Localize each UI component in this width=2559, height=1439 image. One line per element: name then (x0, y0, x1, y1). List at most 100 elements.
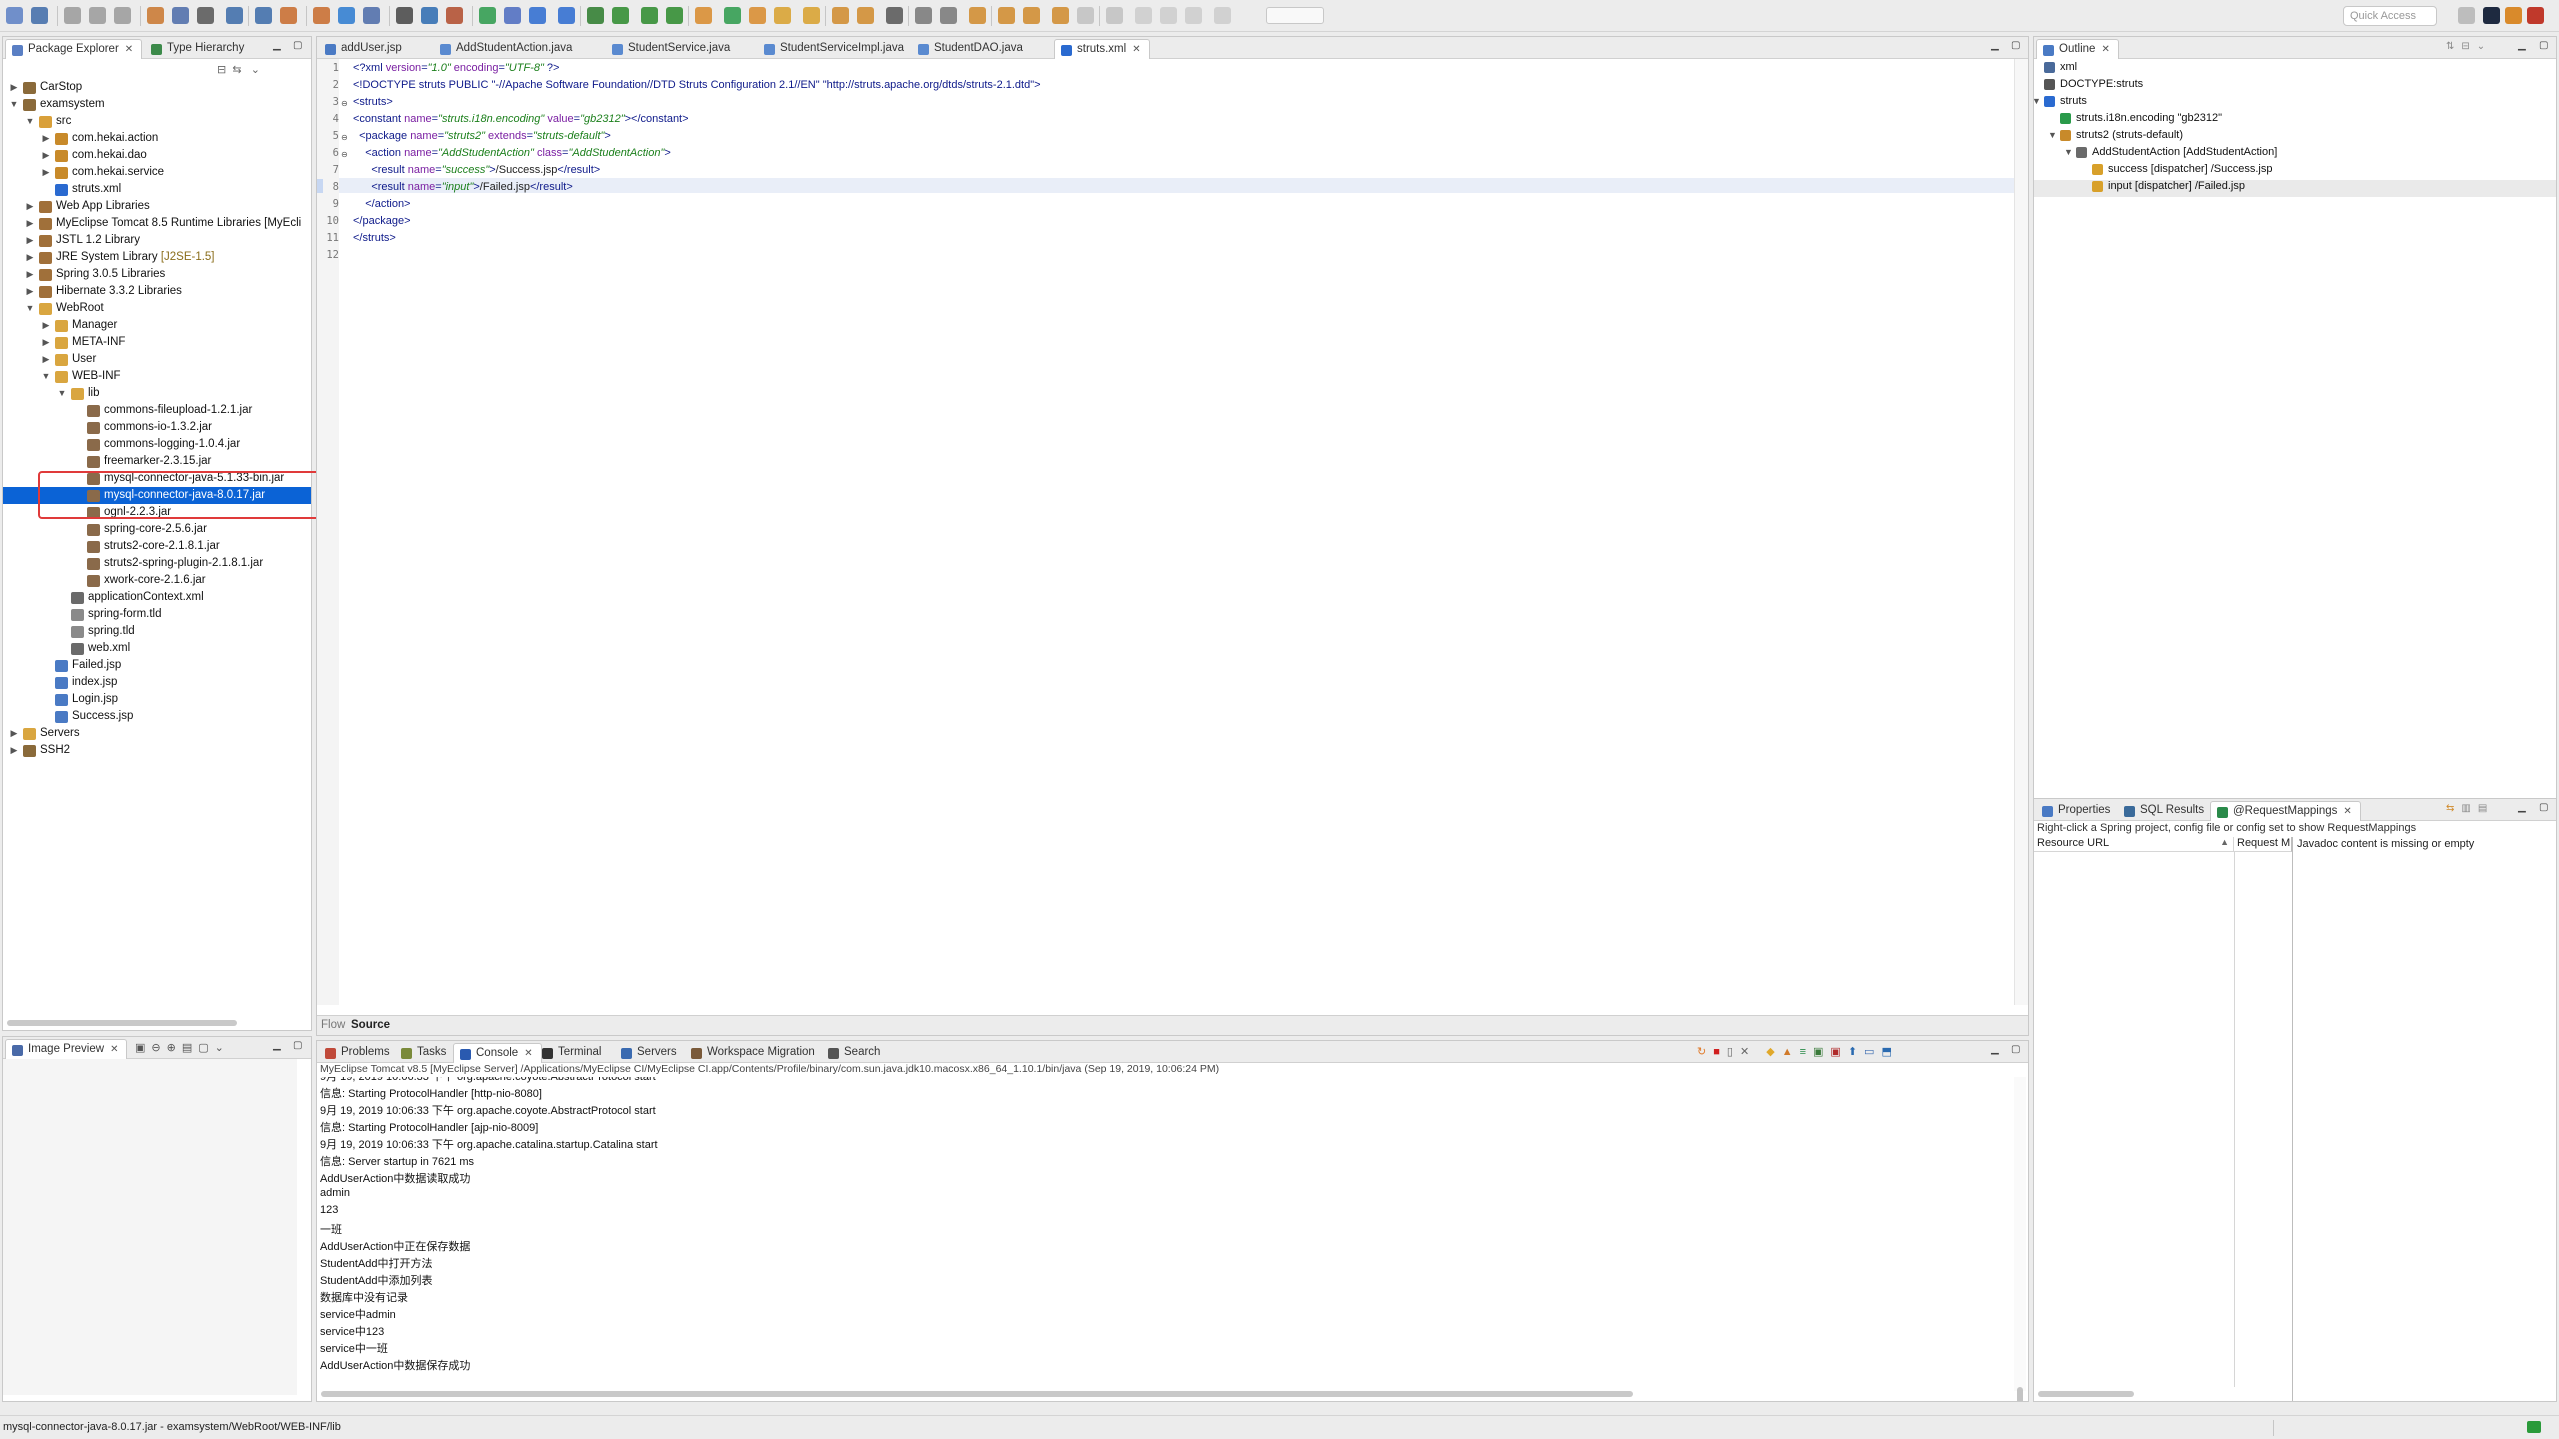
browser-icon[interactable] (558, 7, 575, 24)
mappings-horizontal-scrollbar[interactable] (2038, 1391, 2134, 1397)
toggle-block-icon[interactable] (1160, 7, 1177, 24)
tree-item[interactable]: ▶ Spring 3.0.5 Libraries (3, 266, 311, 283)
tree-item[interactable]: ▼ examsystem (3, 96, 311, 113)
next-annotation-icon[interactable] (969, 7, 986, 24)
pin-editor-icon[interactable] (1077, 7, 1094, 24)
column-resource-url[interactable]: Resource URL ▲ (2034, 837, 2234, 852)
collapse-arrow-icon[interactable]: ▼ (2034, 93, 2041, 110)
tree-item[interactable]: Failed.jsp (3, 657, 311, 674)
new-package-icon[interactable] (724, 7, 741, 24)
tree-item[interactable]: Login.jsp (3, 691, 311, 708)
new-annotation-icon[interactable] (803, 7, 820, 24)
maven-icon[interactable] (479, 7, 496, 24)
close-icon[interactable]: ✕ (1132, 44, 1140, 55)
java-perspective-icon[interactable] (2505, 7, 2522, 24)
tree-item[interactable]: ▶ User (3, 351, 311, 368)
redo-icon[interactable] (313, 7, 330, 24)
tree-item[interactable]: ▶ Hibernate 3.3.2 Libraries (3, 283, 311, 300)
show-on-stdout-icon[interactable]: ▣ (1813, 1046, 1830, 1058)
tab-type-hierarchy[interactable]: Type Hierarchy (145, 39, 252, 59)
editor-tab[interactable]: addUser.jsp (319, 39, 410, 59)
undo-icon[interactable] (280, 7, 297, 24)
tree-item[interactable]: web.xml (3, 640, 311, 657)
debug-icon[interactable] (587, 7, 604, 24)
collapse-all-icon[interactable]: ⊟ (217, 64, 226, 76)
tree-item[interactable]: spring.tld (3, 623, 311, 640)
minimize-icon[interactable]: ▁ (1991, 1045, 2001, 1055)
java-ee-icon[interactable] (421, 7, 438, 24)
tab-image-preview[interactable]: Image Preview ✕ (5, 1039, 128, 1059)
tree-item[interactable]: Success.jsp (3, 708, 311, 725)
show-on-stderr-icon[interactable]: ▣ (1830, 1046, 1847, 1058)
back-icon[interactable] (1023, 7, 1040, 24)
console-output[interactable]: 9月 19, 2019 10:06:33 下午 org.apache.coyot… (317, 1077, 2008, 1377)
console-tab[interactable]: Console ✕ (453, 1043, 542, 1063)
tree-item[interactable]: commons-io-1.3.2.jar (3, 419, 311, 436)
expand-arrow-icon[interactable]: ▶ (41, 351, 51, 368)
new-class-icon[interactable] (695, 7, 712, 24)
toggle-comment-icon[interactable] (1214, 7, 1231, 24)
collapse-arrow-icon[interactable]: ▼ (25, 300, 35, 317)
sync-icon[interactable]: ⇆ (2446, 803, 2461, 814)
tree-item[interactable]: ▼ lib (3, 385, 311, 402)
save-all-icon[interactable] (89, 7, 106, 24)
fold-toggle-icon[interactable]: ⊖ (341, 133, 348, 142)
view-menu-icon[interactable]: ⌄ (215, 1042, 230, 1054)
search-icon[interactable] (832, 7, 849, 24)
layout-alt-icon[interactable]: ▤ (2478, 803, 2494, 814)
expand-arrow-icon[interactable]: ▶ (25, 249, 35, 266)
tab-package-explorer[interactable]: Package Explorer ✕ (5, 39, 143, 59)
new-interface-icon[interactable] (749, 7, 766, 24)
expand-arrow-icon[interactable]: ▶ (25, 198, 35, 215)
collapse-arrow-icon[interactable]: ▼ (25, 113, 35, 130)
maximize-icon[interactable]: ▢ (2539, 803, 2549, 813)
terminate-icon[interactable]: ■ (1713, 1046, 1727, 1058)
scroll-lock-icon[interactable]: ▲ (1782, 1046, 1800, 1058)
deploy-icon[interactable] (338, 7, 355, 24)
database-perspective-icon[interactable] (2527, 7, 2544, 24)
profile-icon[interactable] (666, 7, 683, 24)
close-icon[interactable]: ✕ (110, 1044, 118, 1055)
tree-item[interactable]: ▶ CarStop (3, 79, 311, 96)
new-icon[interactable] (6, 7, 23, 24)
close-icon[interactable]: ✕ (2343, 806, 2351, 817)
expand-arrow-icon[interactable]: ▶ (41, 130, 51, 147)
tree-item[interactable]: index.jsp (3, 674, 311, 691)
layout-icon[interactable]: ▥ (2461, 803, 2477, 814)
expand-arrow-icon[interactable]: ▶ (9, 79, 19, 96)
publish-icon[interactable] (363, 7, 380, 24)
team-icon[interactable] (226, 7, 243, 24)
outline-toggle-icon[interactable] (886, 7, 903, 24)
expand-arrow-icon[interactable]: ▶ (25, 232, 35, 249)
pin-console-icon[interactable]: ⬆ (1848, 1046, 1864, 1058)
expand-arrow-icon[interactable]: ▶ (25, 215, 35, 232)
code-line[interactable]: </package> (353, 215, 411, 227)
expand-arrow-icon[interactable]: ▶ (41, 147, 51, 164)
expand-arrow-icon[interactable]: ▶ (9, 742, 19, 759)
editor-tab[interactable]: StudentService.java (606, 39, 738, 59)
tree-item[interactable]: ▶ MyEclipse Tomcat 8.5 Runtime Libraries … (3, 215, 311, 232)
tab-outline[interactable]: Outline ✕ (2036, 39, 2119, 59)
expand-arrow-icon[interactable]: ▶ (25, 283, 35, 300)
show-whitespace-icon[interactable] (940, 7, 957, 24)
code-line[interactable]: <action name="AddStudentAction" class="A… (353, 147, 671, 159)
editor-tab[interactable]: struts.xml ✕ (1054, 39, 1150, 59)
refresh-icon[interactable]: ↻ (1697, 1046, 1713, 1058)
editor-tab[interactable]: AddStudentAction.java (434, 39, 580, 59)
code-line[interactable]: <result name="input">/Failed.jsp</result… (353, 181, 572, 193)
word-wrap-icon[interactable] (915, 7, 932, 24)
status-indicator-icon[interactable] (2527, 1421, 2541, 1433)
console-tab[interactable]: Workspace Migration (685, 1043, 823, 1063)
code-line[interactable]: <package name="struts2" extends="struts-… (353, 130, 611, 142)
open-console-icon[interactable]: ⬒ (1881, 1046, 1898, 1058)
tree-item[interactable]: spring-form.tld (3, 606, 311, 623)
collapse-arrow-icon[interactable]: ▼ (41, 368, 51, 385)
run-icon[interactable] (612, 7, 629, 24)
new-enum-icon[interactable] (774, 7, 791, 24)
minimize-icon[interactable]: ▁ (1991, 41, 2001, 51)
code-line[interactable]: <constant name="struts.i18n.encoding" va… (353, 113, 689, 125)
maximize-icon[interactable]: ▢ (2539, 41, 2549, 51)
expand-arrow-icon[interactable]: ▶ (41, 317, 51, 334)
horizontal-scrollbar[interactable] (7, 1020, 237, 1026)
expand-arrow-icon[interactable]: ▶ (9, 725, 19, 742)
